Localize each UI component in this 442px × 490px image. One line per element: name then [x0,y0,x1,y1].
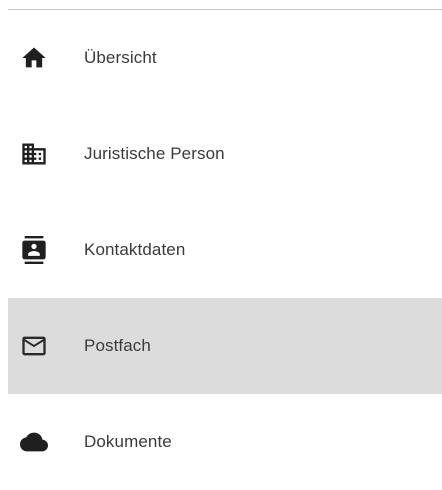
sidebar-nav: Übersicht Juristische Person Kontaktdate… [0,10,442,490]
sidebar-item-postfach[interactable]: Postfach [8,298,442,394]
sidebar-item-label: Dokumente [84,432,172,451]
sidebar-item-kontaktdaten[interactable]: Kontaktdaten [8,202,442,298]
cloud-icon [20,428,48,456]
sidebar-item-label: Juristische Person [84,144,225,163]
sidebar-item-label: Übersicht [84,48,157,67]
sidebar-item-label: Kontaktdaten [84,240,186,259]
sidebar-item-uebersicht[interactable]: Übersicht [8,10,442,106]
sidebar-item-dokumente[interactable]: Dokumente [8,394,442,490]
business-icon [20,140,48,168]
sidebar-item-juristische-person[interactable]: Juristische Person [8,106,442,202]
mail-icon [20,332,48,360]
contact-card-icon [20,236,48,264]
sidebar-item-label: Postfach [84,336,151,355]
home-icon [20,44,48,72]
